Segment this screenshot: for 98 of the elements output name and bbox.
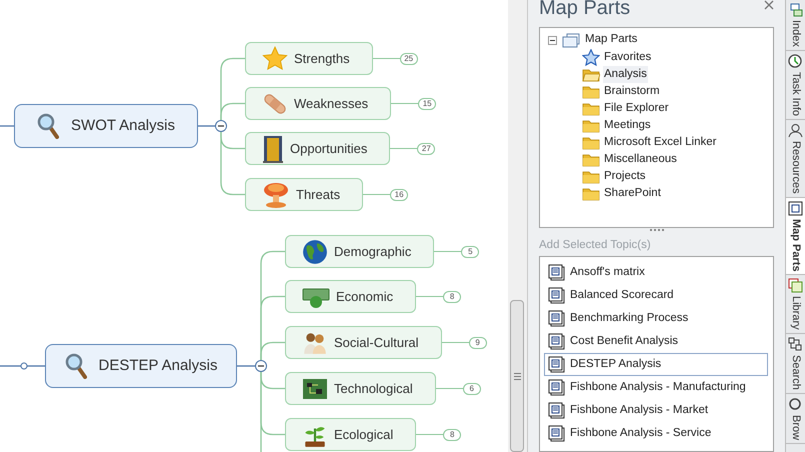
side-tab[interactable]: Index bbox=[786, 0, 805, 51]
template-item[interactable]: Fishbone Analysis - Service bbox=[544, 422, 768, 446]
tree-item[interactable]: Favorites bbox=[603, 48, 652, 66]
subtopic-label: Ecological bbox=[334, 426, 394, 444]
count-badge: 8 bbox=[443, 428, 462, 440]
magnifier-icon bbox=[64, 353, 87, 379]
side-tab[interactable]: Map Parts bbox=[786, 198, 805, 276]
collapse-toggle[interactable] bbox=[255, 360, 267, 372]
count-badge: 16 bbox=[390, 188, 408, 200]
template-icon bbox=[548, 356, 565, 374]
count-badge: 27 bbox=[417, 142, 436, 154]
template-item[interactable]: Fishbone Analysis - Manufacturing bbox=[544, 376, 768, 400]
template-item[interactable]: Balanced Scorecard bbox=[544, 284, 768, 308]
subtopic[interactable]: Ecological bbox=[285, 418, 416, 451]
branch-line bbox=[0, 365, 45, 367]
star-icon bbox=[582, 48, 600, 66]
tree-item[interactable]: Meetings bbox=[603, 116, 652, 134]
template-icon bbox=[548, 287, 565, 304]
subtopic[interactable]: Social-Cultural bbox=[285, 326, 442, 359]
template-icon bbox=[548, 402, 565, 420]
globe-icon bbox=[302, 238, 328, 264]
explosion-icon bbox=[262, 182, 290, 208]
template-icon bbox=[548, 333, 565, 350]
subtopic[interactable]: Opportunities bbox=[245, 132, 390, 165]
folder-icon bbox=[582, 84, 600, 98]
clock-icon bbox=[788, 54, 803, 69]
connection-point bbox=[20, 362, 28, 370]
count-badge: 8 bbox=[443, 290, 462, 302]
expand-toggle[interactable] bbox=[548, 36, 557, 44]
template-icon bbox=[548, 425, 565, 442]
library-icon bbox=[788, 278, 803, 294]
tree-item[interactable]: Analysis bbox=[603, 66, 648, 84]
close-button[interactable] bbox=[764, 0, 774, 10]
collapse-toggle[interactable] bbox=[215, 120, 227, 132]
magnifier-icon bbox=[37, 113, 60, 139]
side-tab[interactable]: Library bbox=[786, 275, 805, 334]
count-badge: 15 bbox=[418, 98, 436, 110]
tree-item[interactable]: Map Parts bbox=[585, 31, 638, 49]
template-icon bbox=[788, 200, 803, 216]
document-stack-icon bbox=[562, 32, 580, 48]
close-icon bbox=[764, 0, 774, 10]
panel-title: Map Parts bbox=[539, 0, 630, 21]
branch-line bbox=[0, 125, 14, 127]
add-selected-label: Add Selected Topic(s) bbox=[539, 238, 652, 253]
template-icon bbox=[548, 310, 565, 328]
tree-item[interactable]: Projects bbox=[603, 168, 647, 186]
folder-icon bbox=[582, 170, 600, 184]
template-icon bbox=[548, 379, 565, 396]
template-item[interactable]: Cost Benefit Analysis bbox=[544, 330, 768, 354]
circuit-board-icon bbox=[302, 378, 328, 400]
subtopic[interactable]: Strengths bbox=[245, 42, 373, 75]
folder-icon bbox=[582, 118, 600, 132]
subtopic-label: Opportunities bbox=[290, 140, 368, 158]
subtopic[interactable]: Weaknesses bbox=[245, 87, 392, 120]
folder-icon bbox=[582, 186, 600, 200]
person-icon bbox=[788, 122, 803, 138]
central-topic[interactable]: SWOT Analysis bbox=[14, 104, 198, 148]
topic-title: SWOT Analysis bbox=[71, 116, 175, 136]
star-icon bbox=[262, 46, 288, 72]
branch-line bbox=[198, 125, 215, 127]
subtopic-label: Threats bbox=[296, 186, 340, 204]
subtopic-label: Technological bbox=[334, 380, 413, 398]
side-tab[interactable]: Task Info bbox=[786, 50, 805, 120]
subtopic-label: Social-Cultural bbox=[334, 334, 419, 352]
tree-item[interactable]: Microsoft Excel Linker bbox=[603, 134, 718, 152]
template-item[interactable]: Fishbone Analysis - Market bbox=[544, 399, 768, 422]
topic-title: DESTEP Analysis bbox=[98, 356, 218, 376]
tree-item[interactable]: Miscellaneous bbox=[603, 150, 678, 168]
subtopic[interactable]: Demographic bbox=[285, 235, 434, 268]
template-item[interactable]: Benchmarking Process bbox=[544, 307, 768, 330]
tree-item[interactable]: File Explorer bbox=[603, 100, 670, 118]
scrollbar-thumb[interactable] bbox=[510, 300, 524, 452]
template-item[interactable]: Ansoff's matrix bbox=[544, 261, 768, 284]
tree-item[interactable]: SharePoint bbox=[603, 184, 662, 202]
door-icon bbox=[262, 134, 284, 162]
subtopic[interactable]: Threats bbox=[245, 178, 364, 211]
count-badge: 5 bbox=[461, 246, 480, 258]
subtopic-label: Demographic bbox=[334, 242, 412, 261]
subtopic[interactable]: Technological bbox=[285, 372, 436, 405]
side-tab[interactable]: Search bbox=[786, 334, 805, 394]
count-badge: 25 bbox=[400, 52, 418, 64]
folder-icon bbox=[582, 152, 600, 166]
central-topic[interactable]: DESTEP Analysis bbox=[45, 344, 237, 388]
subtopic-label: Weaknesses bbox=[294, 94, 368, 113]
tree-item[interactable]: Brainstorm bbox=[603, 82, 661, 100]
count-badge: 6 bbox=[462, 382, 481, 394]
subtopic[interactable]: Economic bbox=[285, 280, 416, 313]
index-icon bbox=[788, 3, 802, 17]
open-folder-icon bbox=[582, 68, 600, 82]
count-badge: 9 bbox=[468, 336, 487, 348]
subtopic-label: Economic bbox=[336, 288, 394, 306]
folder-icon bbox=[582, 102, 600, 116]
template-item[interactable]: DESTEP Analysis bbox=[544, 353, 768, 376]
folder-icon bbox=[582, 136, 600, 150]
side-tab[interactable]: Brow bbox=[786, 394, 805, 444]
subtopic-label: Strengths bbox=[294, 50, 350, 68]
branch-line bbox=[237, 365, 255, 367]
template-icon bbox=[548, 264, 565, 282]
